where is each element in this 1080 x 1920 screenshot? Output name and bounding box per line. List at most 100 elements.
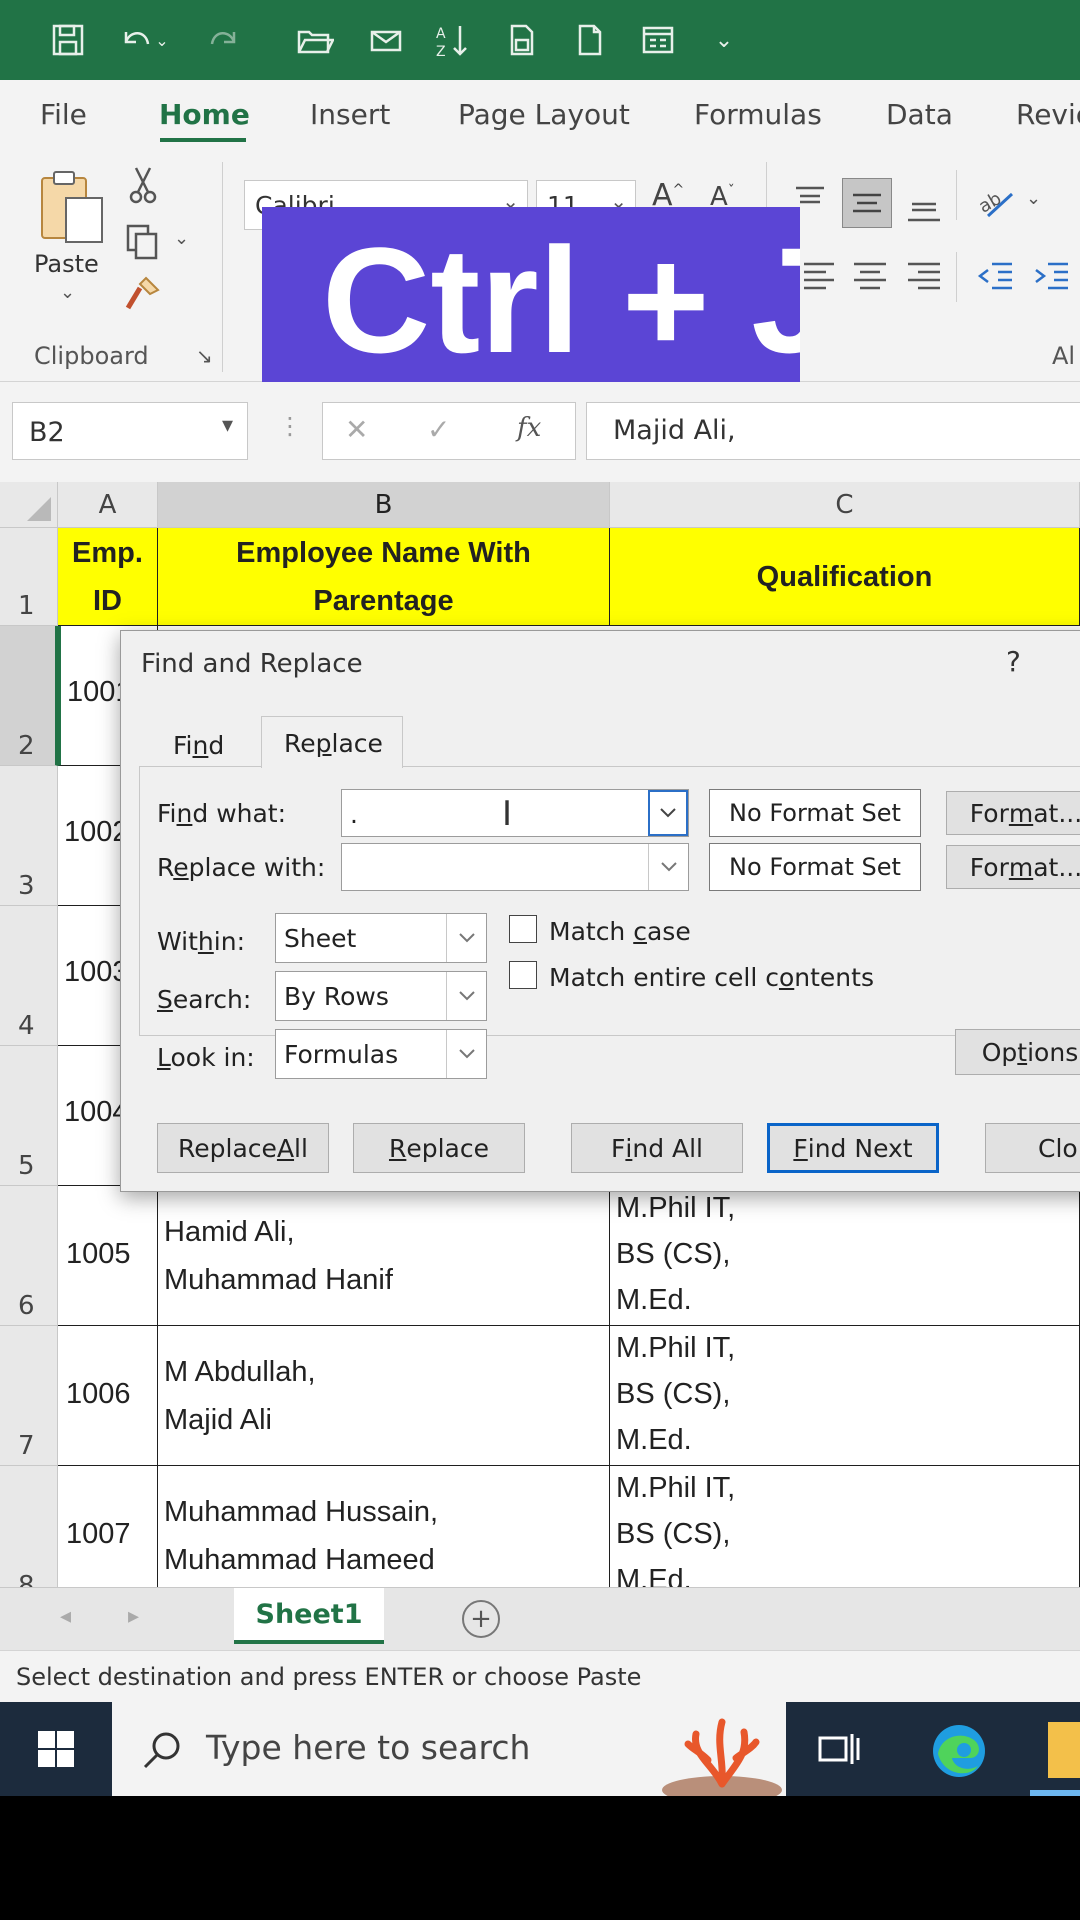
replace-with-dropdown-icon[interactable] <box>648 844 688 890</box>
tab-file[interactable]: File <box>40 98 87 131</box>
find-format-button[interactable]: For m at... <box>946 791 1080 835</box>
search-select[interactable]: By Rows <box>275 971 487 1021</box>
align-bottom-icon[interactable] <box>904 186 944 226</box>
table-row-cell-id[interactable]: 1007 <box>58 1466 158 1587</box>
edge-browser-icon[interactable] <box>930 1722 988 1780</box>
column-header-c[interactable]: C <box>610 482 1080 528</box>
cancel-entry-icon[interactable]: ✕ <box>345 413 368 446</box>
open-folder-icon[interactable] <box>290 18 338 62</box>
paste-dropdown-icon[interactable]: ⌄ <box>60 282 75 303</box>
paste-icon[interactable] <box>36 170 106 246</box>
orientation-dropdown-icon[interactable]: ⌄ <box>1026 188 1041 209</box>
match-case-checkbox[interactable] <box>509 915 537 943</box>
customize-toolbar-icon[interactable]: ⌄ <box>700 18 748 62</box>
replace-format-button[interactable]: For m at... <box>946 845 1080 889</box>
replace-all-button[interactable]: Replace All <box>157 1123 329 1173</box>
header-cell-emp-id[interactable]: Emp. ID <box>58 528 158 626</box>
table-row-cell-qualification[interactable]: M.Phil IT, BS (CS), M.Ed. <box>610 1326 1080 1466</box>
options-button[interactable]: Op t ions <box>955 1029 1080 1075</box>
formula-input[interactable]: Majid Ali, <box>586 402 1080 460</box>
replace-button[interactable]: Replace <box>353 1123 525 1173</box>
name-box[interactable]: B2 ▾ <box>12 402 248 460</box>
row-header-3[interactable]: 3 <box>0 766 58 906</box>
row-header-7[interactable]: 7 <box>0 1326 58 1466</box>
row-header-5[interactable]: 5 <box>0 1046 58 1186</box>
align-right-icon[interactable] <box>904 256 944 296</box>
decrease-indent-icon[interactable] <box>976 256 1016 296</box>
tab-data[interactable]: Data <box>886 98 953 131</box>
scroll-left-icon[interactable]: ◂ <box>60 1604 71 1629</box>
name-box-dropdown-icon[interactable]: ▾ <box>222 413 233 438</box>
table-row-cell-id[interactable]: 1006 <box>58 1326 158 1466</box>
format-painter-icon[interactable] <box>124 274 164 314</box>
sort-icon[interactable]: AZ <box>428 18 476 62</box>
email-icon[interactable] <box>362 18 410 62</box>
select-all-corner[interactable] <box>0 482 58 528</box>
align-left-icon[interactable] <box>800 256 840 296</box>
look-in-dropdown-icon[interactable] <box>446 1030 486 1078</box>
taskbar-search-box[interactable]: Type here to search <box>112 1702 786 1804</box>
find-all-button[interactable]: Fi nd All <box>571 1123 743 1173</box>
undo-dropdown-icon[interactable]: ⌄ <box>150 18 174 62</box>
table-row-cell-name[interactable]: Muhammad Hussain, Muhammad Hameed <box>158 1466 610 1587</box>
column-header-a[interactable]: A <box>58 482 158 528</box>
find-next-button[interactable]: Find Next <box>767 1123 939 1173</box>
table-row-cell-name[interactable]: M Abdullah, Majid Ali <box>158 1326 610 1466</box>
tab-find[interactable]: Find <box>173 731 224 760</box>
new-file-icon[interactable] <box>566 18 614 62</box>
paste-label[interactable]: Paste <box>34 250 99 278</box>
column-header-b[interactable]: B <box>158 482 610 528</box>
start-button-icon[interactable] <box>0 1702 112 1796</box>
copy-icon[interactable] <box>124 222 164 262</box>
within-select[interactable]: Sheet <box>275 913 487 963</box>
align-center-icon[interactable] <box>850 256 890 296</box>
row-header-4[interactable]: 4 <box>0 906 58 1046</box>
tab-insert[interactable]: Insert <box>310 98 390 131</box>
svg-text:Z: Z <box>436 44 446 60</box>
sheet-tab-sheet1[interactable]: Sheet1 <box>234 1588 384 1644</box>
table-row-cell-qualification[interactable]: M.Phil IT, BS (CS), M.Ed. <box>610 1186 1080 1326</box>
table-row-cell-id[interactable]: 1005 <box>58 1186 158 1326</box>
scroll-right-icon[interactable]: ▸ <box>128 1604 139 1629</box>
match-entire-checkbox[interactable] <box>509 961 537 989</box>
row-header-6[interactable]: 6 <box>0 1186 58 1326</box>
header-cell-employee-name[interactable]: Employee Name With Parentage <box>158 528 610 626</box>
find-what-input[interactable]: . I <box>341 789 689 837</box>
header-cell-qualification[interactable]: Qualification <box>610 528 1080 626</box>
tab-review[interactable]: Revie <box>1016 98 1080 131</box>
clipboard-launcher-icon[interactable]: ↘ <box>196 344 213 368</box>
row-header-8[interactable]: 8 <box>0 1466 58 1587</box>
align-middle-icon[interactable] <box>842 178 892 228</box>
increase-indent-icon[interactable] <box>1032 256 1072 296</box>
look-in-label: Look in: <box>157 1043 255 1072</box>
table-row-cell-qualification[interactable]: M.Phil IT, BS (CS), M.Ed. <box>610 1466 1080 1587</box>
help-button[interactable]: ? <box>1006 645 1021 678</box>
look-in-select[interactable]: Formulas <box>275 1029 487 1079</box>
save-icon[interactable] <box>44 18 92 62</box>
enter-entry-icon[interactable]: ✓ <box>427 413 450 446</box>
print-preview-icon[interactable] <box>498 18 546 62</box>
task-view-icon[interactable] <box>814 1724 864 1774</box>
within-dropdown-icon[interactable] <box>446 914 486 962</box>
tab-page-layout[interactable]: Page Layout <box>458 98 630 131</box>
replace-with-input[interactable] <box>341 843 689 891</box>
cut-icon[interactable] <box>128 164 158 204</box>
table-row-cell-name[interactable]: Hamid Ali, Muhammad Hanif <box>158 1186 610 1326</box>
tab-formulas[interactable]: Formulas <box>694 98 822 131</box>
tab-home[interactable]: Home <box>159 98 250 131</box>
row-header-2[interactable]: 2 <box>0 626 58 766</box>
file-explorer-icon[interactable] <box>1048 1722 1080 1778</box>
tab-replace[interactable]: Replace <box>284 729 383 758</box>
search-dropdown-icon[interactable] <box>446 972 486 1020</box>
row-header-1[interactable]: 1 <box>0 528 58 626</box>
find-what-dropdown-icon[interactable] <box>648 790 688 836</box>
match-case-label[interactable]: Match case <box>549 917 691 946</box>
orientation-icon[interactable]: ab <box>974 180 1018 224</box>
form-icon[interactable] <box>634 18 682 62</box>
new-sheet-icon[interactable]: + <box>462 1600 500 1638</box>
match-entire-label[interactable]: Match entire cell contents <box>549 963 874 992</box>
close-button[interactable]: Clo <box>985 1123 1080 1173</box>
header-emp-line2: ID <box>93 584 122 617</box>
copy-dropdown-icon[interactable]: ⌄ <box>174 228 189 249</box>
insert-function-icon[interactable]: fx <box>517 413 541 443</box>
